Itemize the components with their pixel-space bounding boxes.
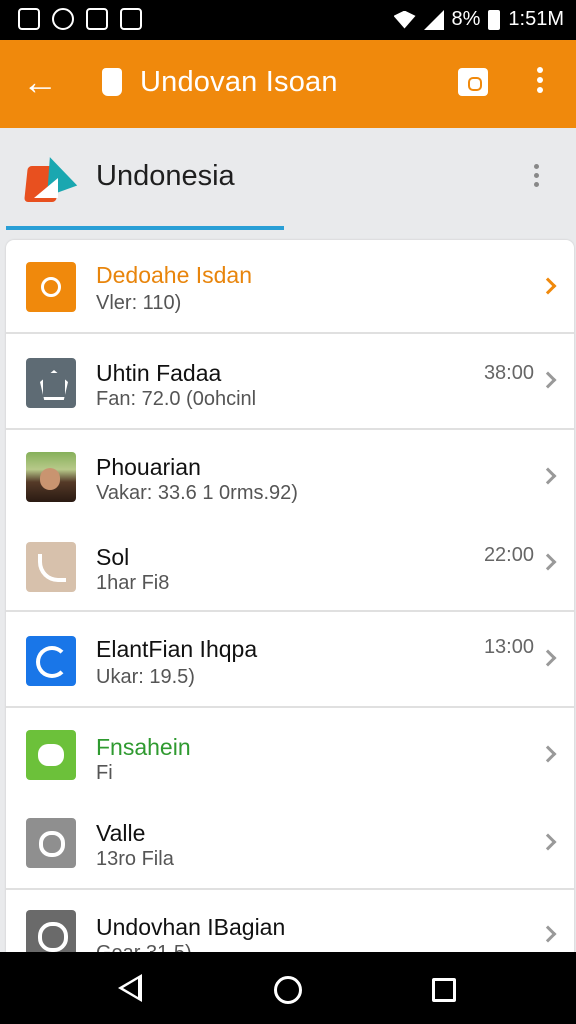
list-item-title: ElantFian Ihqpa <box>96 636 258 662</box>
list-item-title: Sol <box>96 544 130 570</box>
battery-percent: 8% <box>451 8 481 30</box>
notification-icon <box>52 8 74 30</box>
app-icon <box>120 8 142 30</box>
list-item-title: Valle <box>96 820 146 846</box>
list-item-title: Dedoahe Isdan <box>96 262 253 288</box>
phone-icon <box>26 542 76 592</box>
list-item[interactable]: Valle 13ro Fila <box>6 802 574 890</box>
system-icons: 8% 1:51M <box>393 8 564 31</box>
nav-recents-icon[interactable] <box>432 978 456 1002</box>
list-item-subtitle: 1har Fi8 <box>96 572 170 594</box>
wifi-icon <box>393 10 416 29</box>
region-logo-icon <box>24 151 78 202</box>
list-item-time: 38:00 <box>483 362 534 384</box>
app-bar: ← Undovan Isoan <box>0 40 576 128</box>
section-menu-icon[interactable] <box>530 164 542 192</box>
list-item-subtitle: Vler: 110) <box>96 292 182 314</box>
list-item-title: Undovhan IBagian <box>96 914 286 940</box>
status-bar: 8% 1:51M <box>0 0 576 40</box>
list-item[interactable]: Phouarian Vakar: 33.6 1 0rms.92) <box>6 430 574 520</box>
list-item-title: Fnsahein <box>96 734 191 760</box>
list-item-subtitle: Vakar: 33.6 1 0rms.92) <box>96 482 298 504</box>
camera-icon[interactable] <box>458 68 488 96</box>
list-item-subtitle: 13ro Fila <box>96 848 174 870</box>
list-item-subtitle: Fi <box>96 762 113 784</box>
list-item-subtitle: Ukar: 19.5) <box>96 666 195 688</box>
navigation-bar <box>0 952 576 1024</box>
list-item[interactable]: Uhtin Fadaa Fan: 72.0 (0ohcinl 38:00 <box>6 334 574 430</box>
list-item-title: Uhtin Fadaa <box>96 360 222 386</box>
tab-indicator <box>6 226 284 230</box>
list-item-time: 22:00 <box>483 544 534 566</box>
chevron-right-icon <box>539 467 557 485</box>
list-item-subtitle: Gear 31.5) <box>96 942 192 952</box>
signal-icon <box>423 9 444 30</box>
nav-home-icon[interactable] <box>274 976 302 1004</box>
gallery-icon <box>18 8 40 30</box>
clock: 1:51M <box>508 8 564 30</box>
list-item[interactable]: ElantFian Ihqpa Ukar: 19.5) 13:00 <box>6 612 574 708</box>
chevron-right-icon <box>539 745 557 763</box>
camera-icon <box>26 910 76 952</box>
section-header: Undonesia <box>0 128 576 232</box>
contact-photo-icon <box>26 452 76 502</box>
chevron-right-icon <box>539 371 557 389</box>
item-list: Dedoahe Isdan Vler: 110) Uhtin Fadaa Fan… <box>6 240 574 952</box>
battery-icon <box>488 9 501 30</box>
android-icon <box>26 730 76 780</box>
chevron-right-icon <box>539 833 557 851</box>
list-item[interactable]: Sol 1har Fi8 22:00 <box>6 520 574 612</box>
list-item[interactable]: Undovhan IBagian Gear 31.5) <box>6 890 574 952</box>
list-item-subtitle: Fan: 72.0 (0ohcinl <box>96 388 257 410</box>
star-badge-icon <box>26 358 76 408</box>
app-title: Undovan Isoan <box>140 66 338 98</box>
nav-back-icon[interactable] <box>118 974 142 1002</box>
overflow-menu-icon[interactable] <box>530 64 550 104</box>
list-item[interactable]: Dedoahe Isdan Vler: 110) <box>6 240 574 334</box>
chevron-right-icon <box>539 925 557 943</box>
section-title: Undonesia <box>96 160 235 192</box>
list-item-time: 13:00 <box>483 636 534 658</box>
location-pin-icon <box>26 262 76 312</box>
save-icon <box>86 8 108 30</box>
notification-icons <box>18 8 142 30</box>
chevron-right-icon <box>539 277 557 295</box>
search-icon <box>26 818 76 868</box>
app-logo-icon <box>102 68 122 96</box>
chevron-right-icon <box>539 649 557 667</box>
list-item-title: Phouarian <box>96 454 201 480</box>
back-arrow-icon[interactable]: ← <box>22 60 62 104</box>
chevron-right-icon <box>539 553 557 571</box>
refresh-icon <box>26 636 76 686</box>
list-item[interactable]: Fnsahein Fi <box>6 708 574 802</box>
